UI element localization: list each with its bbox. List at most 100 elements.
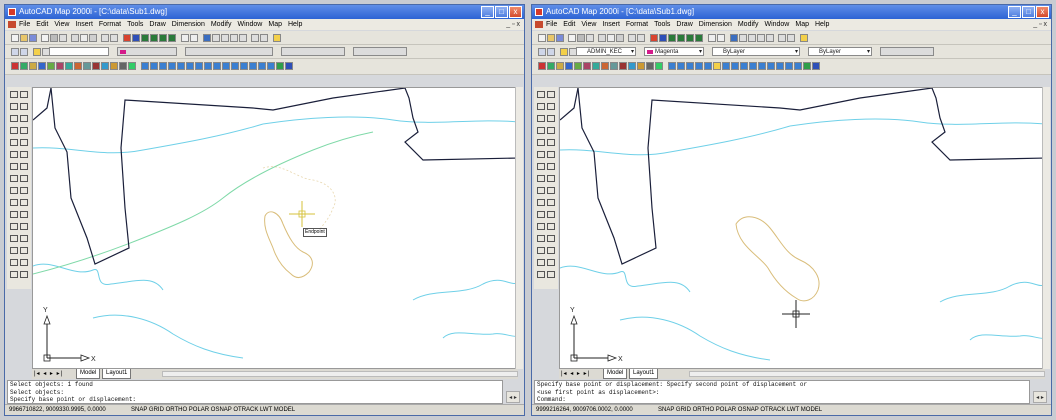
command-scroll-arrows[interactable]: ◂ ▸ <box>506 391 520 403</box>
menu-map[interactable]: Map <box>795 19 809 30</box>
map-toolbar <box>5 59 524 75</box>
svg-text:X: X <box>91 356 96 363</box>
color-swatch <box>120 50 126 54</box>
document-window-controls[interactable]: _ ▫ x <box>506 19 520 30</box>
drawing-canvas[interactable]: X Y Endpoint <box>32 87 518 369</box>
menu-file[interactable]: File <box>546 19 557 30</box>
minimize-icon[interactable]: _ <box>481 6 494 18</box>
command-history-line: Select objects: <box>10 388 65 396</box>
boundary-line <box>50 88 406 265</box>
contour-line <box>560 125 791 156</box>
menu-tools[interactable]: Tools <box>654 19 670 30</box>
menu-draw[interactable]: Draw <box>149 19 165 30</box>
drawing-canvas[interactable]: X Y <box>559 87 1045 369</box>
menu-help[interactable]: Help <box>288 19 302 30</box>
menu-view[interactable]: View <box>54 19 69 30</box>
tab-nav-buttons[interactable]: |◂ ◂ ▸ ▸| <box>561 369 590 379</box>
menu-draw[interactable]: Draw <box>676 19 692 30</box>
lineweight-dropdown[interactable]: ByLayer ▾ <box>808 47 872 56</box>
titlebar[interactable]: AutoCAD Map 2000i - [C:\data\Sub1.dwg] _… <box>5 5 524 19</box>
menu-file[interactable]: File <box>19 19 30 30</box>
layout-tabs: |◂ ◂ ▸ ▸| Model Layout1 <box>32 369 518 379</box>
menu-edit[interactable]: Edit <box>563 19 575 30</box>
layer-dropdown[interactable] <box>49 47 109 56</box>
tab-model[interactable]: Model <box>76 369 101 379</box>
map-toolbar <box>532 59 1051 75</box>
vertical-scrollbar[interactable] <box>515 87 523 369</box>
maximize-icon[interactable]: □ <box>495 6 508 18</box>
titlebar[interactable]: AutoCAD Map 2000i - [C:\data\Sub1.dwg] _… <box>532 5 1051 19</box>
tab-nav-buttons[interactable]: |◂ ◂ ▸ ▸| <box>34 369 63 379</box>
menu-modify[interactable]: Modify <box>211 19 232 30</box>
drafting-mode-buttons[interactable]: SNAP GRID ORTHO POLAR OSNAP OTRACK LWT M… <box>131 405 295 415</box>
drafting-mode-buttons[interactable]: SNAP GRID ORTHO POLAR OSNAP OTRACK LWT M… <box>658 405 822 415</box>
menu-dimension[interactable]: Dimension <box>172 19 205 30</box>
menu-insert[interactable]: Insert <box>75 19 93 30</box>
horizontal-scrollbar[interactable] <box>689 371 1045 377</box>
modify-tool-icon[interactable] <box>20 91 28 98</box>
contour-line <box>33 263 164 291</box>
contour-line <box>92 314 244 359</box>
contour-line <box>560 265 691 293</box>
layer-dropdown[interactable]: ADMIN_KEC ▾ <box>576 47 636 56</box>
contour-line <box>969 334 1044 341</box>
window-controls: _ □ x <box>1008 6 1049 18</box>
map-drawing: X Y <box>560 88 1044 363</box>
menu-window[interactable]: Window <box>764 19 789 30</box>
maximize-icon[interactable]: □ <box>1022 6 1035 18</box>
color-dropdown[interactable]: Magenta ▾ <box>644 47 704 56</box>
menu-tools[interactable]: Tools <box>127 19 143 30</box>
map-drawing: X Y <box>33 88 517 363</box>
chevron-down-icon: ▾ <box>794 49 798 55</box>
menu-window[interactable]: Window <box>237 19 262 30</box>
minimize-icon[interactable]: _ <box>1008 6 1021 18</box>
tab-layout1[interactable]: Layout1 <box>102 369 132 379</box>
menu-map[interactable]: Map <box>268 19 282 30</box>
menu-edit[interactable]: Edit <box>36 19 48 30</box>
command-prompt-line: Specify base point or displacement: <box>10 396 137 403</box>
window-title: AutoCAD Map 2000i - [C:\data\Sub1.dwg] <box>19 7 168 16</box>
contour-line <box>442 332 517 339</box>
horizontal-scrollbar[interactable] <box>162 371 518 377</box>
close-icon[interactable]: x <box>1036 6 1049 18</box>
menu-format[interactable]: Format <box>99 19 121 30</box>
close-icon[interactable]: x <box>509 6 522 18</box>
document-icon <box>535 21 543 28</box>
color-dropdown[interactable] <box>117 47 177 56</box>
color-swatch <box>647 50 653 54</box>
command-line[interactable]: Specify base point or displacement: Spec… <box>534 380 1030 404</box>
lineweight-name: ByLayer <box>819 49 842 55</box>
tab-model[interactable]: Model <box>603 369 628 379</box>
menu-insert[interactable]: Insert <box>602 19 620 30</box>
boundary-line <box>33 88 52 121</box>
menu-bar: File Edit View Insert Format Tools Draw … <box>532 19 1051 30</box>
window-controls: _ □ x <box>481 6 522 18</box>
tab-layout1[interactable]: Layout1 <box>629 369 659 379</box>
command-scroll-arrows[interactable]: ◂ ▸ <box>1033 391 1047 403</box>
menu-view[interactable]: View <box>581 19 596 30</box>
color-name: Magenta <box>655 49 679 55</box>
modify-tool-icon[interactable] <box>547 91 555 98</box>
layout-tabs: |◂ ◂ ▸ ▸| Model Layout1 <box>559 369 1045 379</box>
plotstyle-dropdown[interactable] <box>880 47 934 56</box>
layer-name: ADMIN_KEC <box>587 49 623 55</box>
menu-modify[interactable]: Modify <box>738 19 759 30</box>
menu-format[interactable]: Format <box>626 19 648 30</box>
layers-toolbar <box>5 45 524 59</box>
vertical-scrollbar[interactable] <box>1042 87 1050 369</box>
draw-tool-icon[interactable] <box>10 91 18 98</box>
screen: AutoCAD Map 2000i - [C:\data\Sub1.dwg] _… <box>0 0 1056 420</box>
svg-text:Y: Y <box>570 307 575 314</box>
contour-line <box>619 316 771 361</box>
menu-dimension[interactable]: Dimension <box>699 19 732 30</box>
draw-tool-icon[interactable] <box>537 91 545 98</box>
lineweight-dropdown[interactable] <box>281 47 345 56</box>
status-bar: 9999216264, 9009706.0002, 0.0000 SNAP GR… <box>532 404 1051 415</box>
linetype-dropdown[interactable] <box>185 47 273 56</box>
plotstyle-dropdown[interactable] <box>353 47 407 56</box>
command-line[interactable]: Select objects: 1 found Select objects: … <box>7 380 503 404</box>
menu-help[interactable]: Help <box>815 19 829 30</box>
document-window-controls[interactable]: _ ▫ x <box>1033 19 1047 30</box>
contour-line <box>412 279 517 301</box>
linetype-dropdown[interactable]: ByLayer ▾ <box>712 47 800 56</box>
